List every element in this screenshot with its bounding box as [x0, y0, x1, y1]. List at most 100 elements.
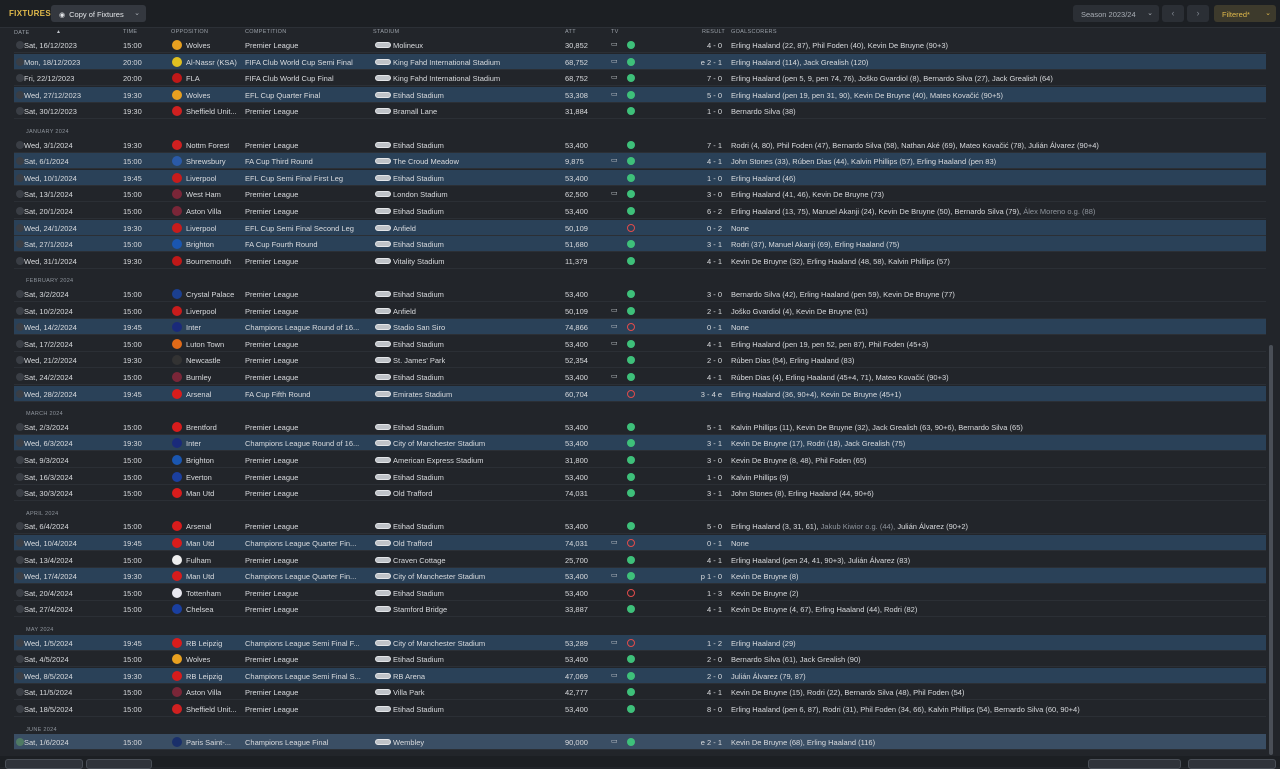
row-select-checkbox[interactable] — [16, 738, 24, 747]
row-select-checkbox[interactable] — [16, 456, 24, 464]
row-select-checkbox[interactable] — [16, 472, 24, 481]
row-select-checkbox[interactable] — [16, 389, 24, 398]
season-dropdown[interactable]: Season 2023/24 ⌄ — [1073, 5, 1159, 22]
row-select-checkbox[interactable] — [16, 655, 24, 664]
filter-dropdown[interactable]: Filtered* ⌄ — [1214, 5, 1276, 22]
row-select-checkbox[interactable] — [16, 207, 24, 215]
fixture-row[interactable]: Wed, 21/2/2024 19:30 Newcastle Premier Leag… — [14, 352, 1266, 369]
fixture-row[interactable]: Sat, 20/1/2024 15:00 Aston Villa Premier Le… — [14, 203, 1266, 219]
row-select-checkbox[interactable] — [16, 323, 24, 332]
row-select-checkbox[interactable] — [16, 290, 24, 298]
match-result[interactable]: 5 - 0 — [678, 522, 722, 531]
row-select-checkbox[interactable] — [16, 90, 24, 99]
row-select-checkbox[interactable] — [16, 522, 24, 531]
match-result[interactable]: 3 - 1 — [678, 439, 722, 448]
row-select-checkbox[interactable] — [16, 173, 24, 182]
fixture-row[interactable]: Wed, 10/1/2024 19:45 Liverpool EFL Cup Semi… — [14, 169, 1266, 186]
fixture-row[interactable]: Sat, 4/5/2024 15:00 Wolves Premier League Et… — [14, 651, 1266, 668]
fixture-row[interactable]: Sat, 10/2/2024 15:00 Liverpool Premier Leag… — [14, 303, 1266, 319]
match-result[interactable]: 7 - 1 — [678, 141, 722, 150]
row-select-checkbox[interactable] — [16, 41, 24, 49]
match-result[interactable]: 1 - 2 — [678, 639, 722, 648]
bottom-right-button-1[interactable] — [1088, 759, 1181, 769]
row-select-checkbox[interactable] — [16, 439, 24, 448]
match-result[interactable]: 3 - 0 — [678, 290, 722, 299]
match-result[interactable]: 1 - 0 — [678, 107, 722, 116]
match-result[interactable]: 4 - 1 — [678, 605, 722, 614]
fixture-row[interactable]: Wed, 24/1/2024 19:30 Liverpool EFL Cup Semi… — [14, 219, 1266, 236]
match-result[interactable]: 3 - 0 — [678, 190, 722, 199]
col-competition[interactable]: COMPETITION — [245, 29, 287, 35]
fixture-row[interactable]: Sat, 1/6/2024 15:00 Paris Saint-... Champio… — [14, 734, 1266, 751]
match-result[interactable]: 0 - 1 — [678, 539, 722, 548]
row-select-checkbox[interactable] — [16, 638, 24, 647]
fixture-row[interactable]: Wed, 27/12/2023 19:30 Wolves EFL Cup Quarte… — [14, 86, 1266, 103]
row-select-checkbox[interactable] — [16, 74, 24, 83]
row-select-checkbox[interactable] — [16, 688, 24, 697]
fixture-row[interactable]: Sat, 20/4/2024 15:00 Tottenham Premier Leag… — [14, 585, 1266, 601]
col-tv[interactable]: TV — [611, 29, 619, 35]
row-select-checkbox[interactable] — [16, 256, 24, 265]
fixture-row[interactable]: Wed, 17/4/2024 19:30 Man Utd Champions Leag… — [14, 568, 1266, 585]
row-select-checkbox[interactable] — [16, 240, 24, 249]
match-result[interactable]: 5 - 1 — [678, 423, 722, 432]
match-result[interactable]: 8 - 0 — [678, 705, 722, 714]
fixture-row[interactable]: Sat, 6/1/2024 15:00 Shrewsbury FA Cup Third… — [14, 153, 1266, 170]
row-select-checkbox[interactable] — [16, 190, 24, 199]
fixture-row[interactable]: Sat, 13/4/2024 15:00 Fulham Premier League C… — [14, 552, 1266, 568]
match-result[interactable]: 3 - 1 — [678, 240, 722, 249]
row-select-checkbox[interactable] — [16, 57, 24, 66]
row-select-checkbox[interactable] — [16, 572, 24, 581]
match-result[interactable]: 4 - 1 — [678, 373, 722, 382]
row-select-checkbox[interactable] — [16, 588, 24, 597]
match-result[interactable]: 4 - 0 — [678, 41, 722, 50]
match-result[interactable]: 6 - 2 — [678, 207, 722, 216]
view-dropdown[interactable]: ◉ Copy of Fixtures ⌄ — [51, 5, 146, 22]
fixture-row[interactable]: Wed, 6/3/2024 19:30 Inter Champions League … — [14, 435, 1266, 452]
fixture-row[interactable]: Sat, 27/1/2024 15:00 Brighton FA Cup Fourth… — [14, 236, 1266, 253]
row-select-checkbox[interactable] — [16, 140, 24, 149]
match-result[interactable]: 3 - 1 — [678, 489, 722, 498]
fixture-row[interactable]: Sat, 30/12/2023 19:30 Sheffield Unit... Pre… — [14, 103, 1266, 120]
col-time[interactable]: TIME — [123, 29, 137, 35]
fixture-row[interactable]: Wed, 28/2/2024 19:45 Arsenal FA Cup Fifth R… — [14, 385, 1266, 402]
match-result[interactable]: 2 - 1 — [678, 307, 722, 316]
fixture-row[interactable]: Sat, 13/1/2024 15:00 West Ham Premier Leagu… — [14, 186, 1266, 203]
col-goalscorers[interactable]: GOALSCORERS — [731, 29, 777, 35]
row-select-checkbox[interactable] — [16, 489, 24, 498]
row-select-checkbox[interactable] — [16, 605, 24, 614]
match-result[interactable]: p 1 - 0 — [678, 572, 722, 581]
fixture-row[interactable]: Wed, 3/1/2024 19:30 Nottm Forest Premier Le… — [14, 137, 1266, 153]
match-result[interactable]: 2 - 0 — [678, 655, 722, 664]
col-date[interactable]: DATE ▲ — [14, 29, 61, 36]
fixture-row[interactable]: Sat, 2/3/2024 15:00 Brentford Premier Leagu… — [14, 419, 1266, 435]
previous-button[interactable]: ‹ — [1162, 5, 1184, 22]
fixture-row[interactable]: Wed, 8/5/2024 19:30 RB Leipzig Champions Le… — [14, 667, 1266, 684]
row-select-checkbox[interactable] — [16, 356, 24, 365]
match-result[interactable]: 0 - 2 — [678, 224, 722, 233]
bottom-right-button-2[interactable] — [1188, 759, 1276, 769]
fixture-row[interactable]: Fri, 22/12/2023 20:00 FLA FIFA Club World C… — [14, 70, 1266, 87]
fixture-row[interactable]: Sat, 6/4/2024 15:00 Arsenal Premier League E… — [14, 518, 1266, 535]
bottom-left-button-2[interactable] — [86, 759, 152, 769]
fixture-row[interactable]: Sat, 24/2/2024 15:00 Burnley Premier League… — [14, 369, 1266, 385]
match-result[interactable]: 2 - 0 — [678, 672, 722, 681]
col-stadium[interactable]: STADIUM — [373, 29, 399, 35]
col-result[interactable]: RESULT — [702, 29, 725, 35]
row-select-checkbox[interactable] — [16, 422, 24, 431]
fixture-row[interactable]: Sat, 3/2/2024 15:00 Crystal Palace Premier … — [14, 286, 1266, 302]
fixture-row[interactable]: Sat, 16/3/2024 15:00 Everton Premier League… — [14, 469, 1266, 485]
match-result[interactable]: 5 - 0 — [678, 91, 722, 100]
fixture-row[interactable]: Wed, 31/1/2024 19:30 Bournemouth Premier Le… — [14, 253, 1266, 269]
match-result[interactable]: 2 - 0 — [678, 356, 722, 365]
fixture-row[interactable]: Sat, 11/5/2024 15:00 Aston Villa Premier Le… — [14, 684, 1266, 701]
fixture-row[interactable]: Wed, 10/4/2024 19:45 Man Utd Champions Leag… — [14, 535, 1266, 551]
match-result[interactable]: 1 - 0 — [678, 473, 722, 482]
fixture-row[interactable]: Wed, 14/2/2024 19:45 Inter Champions League… — [14, 319, 1266, 336]
vertical-scrollbar[interactable] — [1269, 345, 1273, 755]
fixture-row[interactable]: Sat, 16/12/2023 15:00 Wolves Premier League… — [14, 37, 1266, 53]
row-select-checkbox[interactable] — [16, 107, 24, 116]
row-select-checkbox[interactable] — [16, 223, 24, 232]
row-select-checkbox[interactable] — [16, 555, 24, 564]
next-button[interactable]: › — [1187, 5, 1209, 22]
